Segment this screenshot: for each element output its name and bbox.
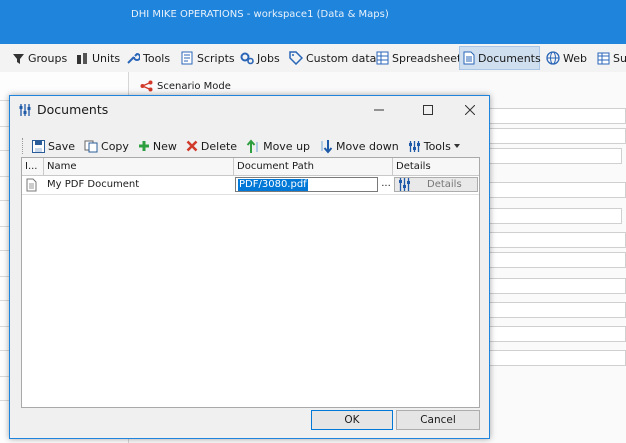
save-label: Save [48, 139, 76, 153]
ribbon-scripts[interactable]: Scripts [177, 46, 238, 70]
details-label: Details [427, 179, 462, 190]
background-field[interactable] [488, 350, 626, 366]
tag-icon [289, 51, 303, 65]
copy-icon [84, 140, 98, 152]
new-button[interactable]: New [138, 140, 177, 153]
script-icon [181, 51, 193, 65]
move-up-button[interactable]: Move up [246, 138, 311, 154]
sliders-icon [19, 103, 31, 116]
background-field[interactable] [488, 252, 626, 268]
toolbar-grip[interactable] [22, 138, 26, 154]
maximize-icon [423, 105, 433, 115]
ribbon: Groups Units Tools Scripts Jobs Custom d… [0, 44, 626, 73]
dialog-title: Documents [37, 102, 109, 117]
app-title: DHI MIKE OPERATIONS - workspace1 (Data &… [131, 9, 389, 20]
minimize-icon [374, 109, 384, 111]
background-field[interactable] [488, 182, 626, 198]
background-field[interactable] [488, 148, 622, 164]
ribbon-groups[interactable]: Groups [9, 46, 70, 70]
move-up-label: Move up [263, 139, 311, 153]
copy-label: Copy [101, 139, 129, 153]
column-header-details[interactable]: Details [393, 158, 479, 175]
ribbon-documents-label: Documents [478, 51, 541, 65]
minimize-button[interactable] [367, 100, 391, 120]
background-field[interactable] [488, 232, 626, 248]
background-field[interactable] [488, 208, 622, 224]
delete-label: Delete [200, 139, 238, 153]
document-name-cell[interactable]: My PDF Document [47, 176, 139, 194]
dialog-title-bar: Documents [18, 102, 108, 117]
ribbon-custom-data-label: Custom data [306, 51, 377, 65]
wrench-icon [127, 52, 140, 64]
ribbon-sur[interactable]: Sur [594, 46, 626, 70]
grid-header: I... Name Document Path Details [22, 158, 479, 176]
maximize-button[interactable] [416, 100, 440, 120]
share-icon [140, 80, 153, 92]
ribbon-tools-label: Tools [143, 51, 171, 65]
ribbon-web[interactable]: Web [543, 46, 590, 70]
ribbon-jobs[interactable]: Jobs [237, 46, 283, 70]
table-icon [597, 52, 610, 64]
tools-dropdown[interactable]: Tools [408, 140, 460, 153]
save-button[interactable]: Save [32, 139, 76, 153]
gears-icon [240, 52, 254, 65]
arrow-down-icon [321, 139, 333, 154]
move-down-label: Move down [336, 139, 399, 153]
documents-dialog: Documents Save Copy New Delete Move up M… [9, 95, 490, 439]
sliders-icon [408, 140, 420, 152]
browse-path-button[interactable]: ... [380, 176, 392, 194]
background-field[interactable] [488, 278, 626, 294]
dialog-toolbar: Save Copy New Delete Move up Move down T… [22, 135, 469, 157]
document-path-text: PDF/3080.pdf [238, 179, 308, 191]
ribbon-documents[interactable]: Documents [459, 46, 541, 70]
documents-grid: I... Name Document Path Details My PDF D… [21, 157, 480, 408]
filter-icon [13, 53, 24, 64]
new-label: New [152, 139, 177, 153]
cancel-button[interactable]: Cancel [396, 410, 480, 430]
plus-icon [138, 141, 149, 151]
column-header-name[interactable]: Name [44, 158, 234, 175]
close-button[interactable] [458, 100, 482, 120]
column-header-path[interactable]: Document Path [234, 158, 393, 175]
ribbon-spreadsheets[interactable]: Spreadsheets [373, 46, 470, 70]
ok-button[interactable]: OK [311, 410, 393, 430]
column-header-index[interactable]: I... [22, 158, 44, 175]
ribbon-custom-data[interactable]: Custom data [286, 46, 379, 70]
ribbon-jobs-label: Jobs [257, 51, 280, 65]
arrow-up-icon [246, 138, 258, 153]
ribbon-units[interactable]: Units [73, 46, 123, 70]
save-icon [32, 139, 45, 153]
move-down-button[interactable]: Move down [319, 139, 399, 154]
document-path-input[interactable]: PDF/3080.pdf [235, 177, 378, 192]
ribbon-scripts-label: Scripts [197, 51, 235, 65]
scenario-mode[interactable]: Scenario Mode [140, 80, 231, 92]
ribbon-groups-label: Groups [28, 51, 68, 65]
ribbon-sur-label: Sur [613, 51, 626, 65]
tools-label: Tools [423, 139, 451, 153]
ribbon-units-label: Units [92, 51, 121, 65]
units-icon [77, 52, 87, 64]
copy-button[interactable]: Copy [84, 140, 129, 153]
background-field[interactable] [488, 326, 626, 342]
caret-down-icon [453, 144, 460, 148]
background-field[interactable] [488, 108, 626, 124]
background-field[interactable] [488, 128, 626, 144]
document-icon [463, 51, 475, 65]
sliders-icon [399, 178, 410, 191]
ribbon-spreadsheets-label: Spreadsheets [392, 51, 468, 65]
delete-icon [186, 140, 198, 152]
close-icon [465, 105, 475, 115]
table-row[interactable]: My PDF Document PDF/3080.pdf ... Details [22, 176, 479, 195]
spreadsheet-icon [376, 51, 389, 65]
details-button[interactable]: Details [394, 177, 478, 192]
background-field[interactable] [488, 302, 626, 318]
ribbon-tools[interactable]: Tools [123, 46, 173, 70]
globe-icon [546, 51, 560, 65]
scenario-mode-label: Scenario Mode [157, 80, 231, 92]
delete-button[interactable]: Delete [186, 140, 237, 153]
ribbon-web-label: Web [563, 51, 587, 65]
pdf-file-icon [26, 178, 37, 192]
app-titlebar: DHI MIKE OPERATIONS - workspace1 (Data &… [0, 0, 626, 44]
